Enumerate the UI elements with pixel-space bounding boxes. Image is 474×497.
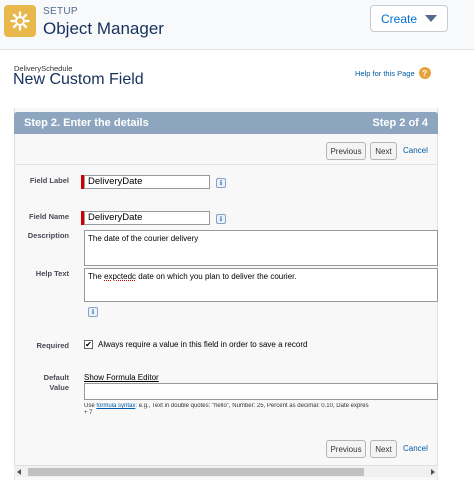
divider: [14, 164, 438, 165]
scroll-right-icon[interactable]: [431, 469, 435, 475]
create-label: Create: [380, 11, 418, 26]
info-icon[interactable]: i: [216, 178, 226, 188]
help-text-label: Help Text: [35, 269, 69, 278]
default-value-label-line2: Value: [49, 383, 69, 392]
previous-button-bottom[interactable]: Previous: [326, 440, 366, 458]
formula-hint-line2: + 7: [84, 410, 93, 416]
field-label-label: Field Label: [29, 176, 69, 185]
setup-label: SETUP: [43, 6, 78, 17]
formula-syntax-link[interactable]: formula syntax: [96, 403, 135, 409]
help-text-value-end: date on which you plan to deliver the co…: [136, 272, 297, 281]
scrollbar-thumb[interactable]: [28, 468, 364, 476]
required-checkbox[interactable]: ✔: [84, 340, 93, 349]
default-value-label-line1: Default: [43, 373, 69, 382]
object-manager-title[interactable]: Object Manager: [43, 19, 164, 39]
cancel-link-top[interactable]: Cancel: [403, 146, 428, 155]
formula-hint-prefix: Use: [84, 403, 97, 409]
show-formula-editor-link[interactable]: Show Formula Editor: [84, 373, 159, 382]
required-checkbox-label: Always require a value in this field in …: [98, 340, 308, 349]
required-label: Required: [36, 341, 69, 350]
info-icon[interactable]: i: [88, 307, 98, 317]
help-text-textarea[interactable]: The expctedc date on which you plan to d…: [84, 268, 438, 302]
previous-button-top[interactable]: Previous: [326, 142, 366, 160]
step-count: Step 2 of 4: [372, 117, 428, 129]
step-header-bar: Step 2. Enter the details Step 2 of 4: [14, 112, 438, 134]
info-icon[interactable]: i: [216, 214, 226, 224]
help-link-label: Help for this Page: [355, 68, 415, 78]
step-title: Step 2. Enter the details: [24, 117, 149, 129]
help-icon: ?: [418, 67, 431, 79]
scroll-left-icon[interactable]: [17, 469, 21, 475]
setup-header: SETUP Object Manager Create: [0, 0, 474, 50]
horizontal-scrollbar[interactable]: [14, 465, 438, 477]
formula-hint: Use formula syntax: e.g., Text in double…: [84, 403, 438, 409]
field-label-input[interactable]: DeliveryDate: [84, 175, 210, 189]
description-label: Description: [27, 231, 69, 240]
next-button-bottom[interactable]: Next: [370, 440, 397, 458]
field-name-label: Field Name: [28, 212, 69, 221]
help-text-value-start: The: [88, 272, 105, 281]
formula-hint-text: : e.g., Text in double quotes: "hello", …: [135, 403, 369, 409]
create-button[interactable]: Create: [370, 5, 448, 32]
caret-down-icon: [425, 15, 438, 22]
default-value-textarea[interactable]: [84, 383, 438, 400]
help-for-page-link[interactable]: Help for this Page ?: [355, 67, 431, 79]
description-textarea[interactable]: The date of the courier delivery: [84, 230, 438, 266]
next-button-top[interactable]: Next: [370, 142, 397, 160]
cancel-link-bottom[interactable]: Cancel: [403, 444, 428, 453]
misspelled-word: expctedc: [104, 272, 137, 281]
default-value-label: Default Value: [14, 373, 69, 393]
gear-icon: [4, 5, 36, 37]
field-name-input[interactable]: DeliveryDate: [84, 211, 210, 225]
page-title: New Custom Field: [13, 71, 144, 88]
